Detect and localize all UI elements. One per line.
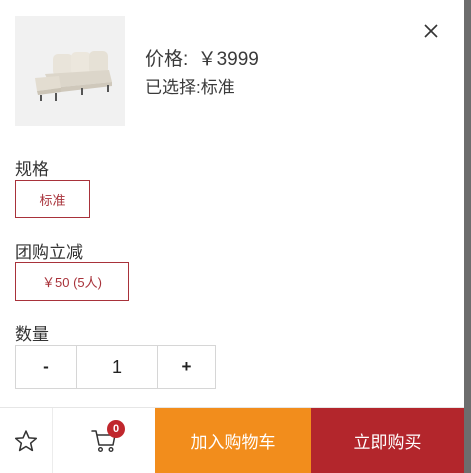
quantity-title: 数量 — [15, 325, 49, 344]
selected-line: 已选择:标准 — [145, 73, 235, 98]
spec-title: 规格 — [15, 160, 49, 179]
group-discount-option[interactable]: ￥50 (5人) — [15, 262, 129, 301]
star-icon — [14, 429, 38, 451]
bottom-action-bar: 0 加入购物车 立即购买 — [0, 407, 464, 473]
quantity-increase-button[interactable]: + — [158, 346, 215, 388]
quantity-decrease-button[interactable]: - — [16, 346, 77, 388]
quantity-value[interactable]: 1 — [77, 346, 158, 388]
favorite-button[interactable] — [0, 408, 53, 473]
sofa-image — [35, 51, 112, 101]
buy-now-button[interactable]: 立即购买 — [311, 408, 464, 473]
product-thumbnail — [15, 16, 125, 126]
price-line: 价格: ￥3999 — [145, 44, 259, 71]
close-icon — [424, 24, 438, 38]
add-to-cart-button[interactable]: 加入购物车 — [155, 408, 311, 473]
scrollbar[interactable] — [464, 0, 471, 473]
close-button[interactable] — [418, 18, 444, 44]
selected-value: 标准 — [200, 78, 235, 97]
quantity-stepper: - 1 + — [15, 345, 216, 389]
price-value: ￥3999 — [197, 49, 259, 70]
group-discount-title: 团购立减 — [15, 243, 83, 262]
sku-selector-sheet: 价格: ￥3999 已选择:标准 规格 标准 团购立减 ￥50 (5人) 数量 … — [0, 0, 464, 473]
selected-label: 已选择: — [145, 78, 201, 97]
spec-option-standard[interactable]: 标准 — [15, 180, 90, 218]
cart-count-badge: 0 — [107, 420, 125, 438]
cart-button[interactable]: 0 — [53, 408, 155, 473]
price-label: 价格: — [145, 49, 189, 70]
